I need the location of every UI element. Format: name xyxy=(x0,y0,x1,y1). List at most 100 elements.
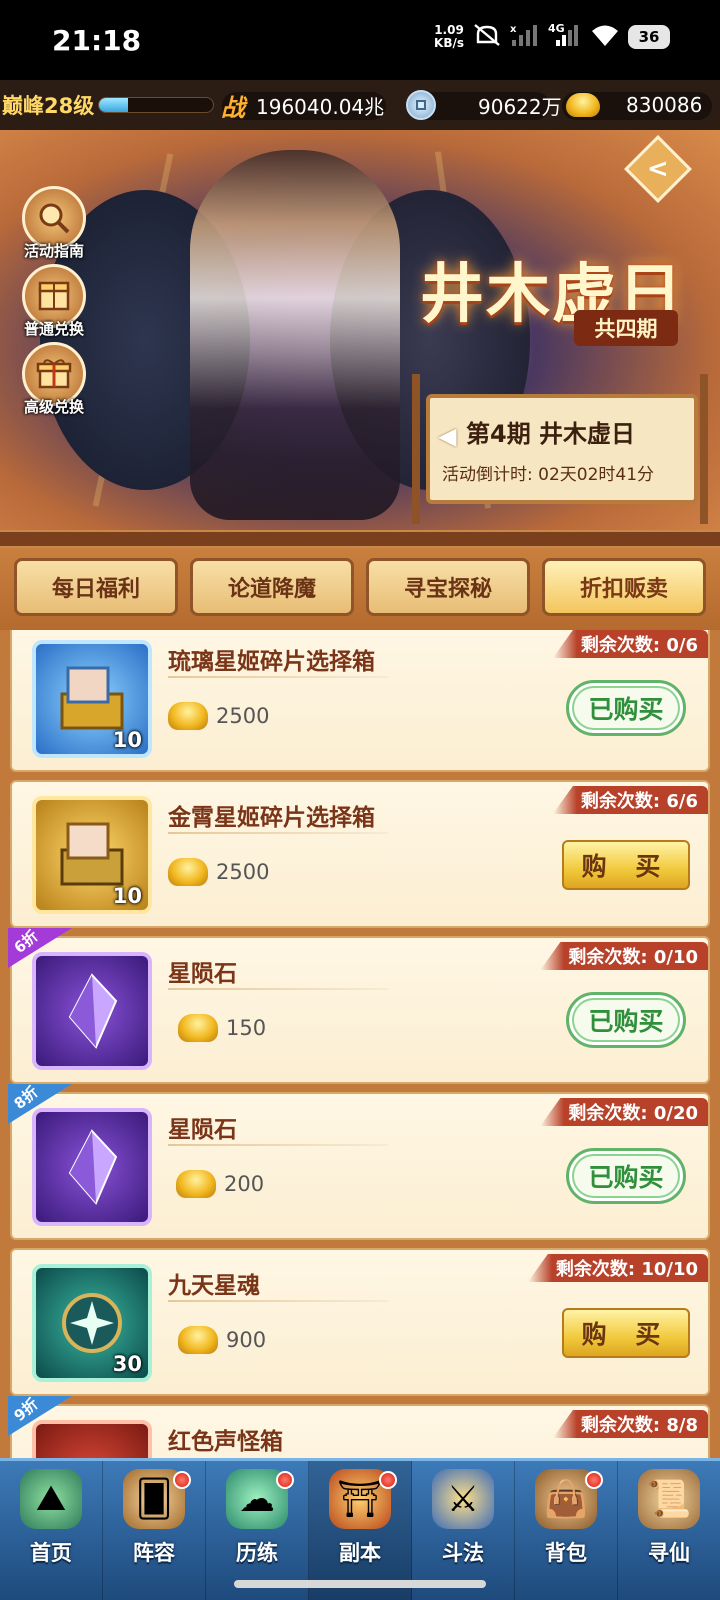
remaining-count: 剩余次数: 0/6 xyxy=(552,630,708,658)
remaining-count: 剩余次数: 0/20 xyxy=(540,1098,708,1126)
notification-dot xyxy=(585,1471,603,1489)
shop-item-list[interactable]: 10 琉璃星姬碎片选择箱 2500 剩余次数: 0/6 已购买 10 金霄星姬碎… xyxy=(0,630,720,1458)
item-count: 10 xyxy=(112,728,142,752)
item-price: 2500 xyxy=(168,858,269,886)
player-level: 巅峰28级 xyxy=(2,94,95,118)
item-price: 900 xyxy=(178,1326,266,1354)
nav-seek-immortal-label: 寻仙 xyxy=(648,1541,690,1565)
guide-label: 活动指南 xyxy=(23,242,84,260)
event-subtitle: 共四期 xyxy=(574,310,678,346)
wifi-icon xyxy=(590,22,620,52)
tab-bar: 每日福利 论道降魔 寻宝探秘 折扣贩卖 xyxy=(0,548,720,630)
nav-home[interactable]: ⛰ 首页 xyxy=(0,1461,103,1600)
home-indicator[interactable] xyxy=(234,1580,486,1588)
status-time: 21:18 xyxy=(52,24,142,57)
period-title: 第4期 井木虚日 xyxy=(466,420,636,448)
period-card: ◀ 第4期 井木虚日 活动倒计时: 02天02时41分 xyxy=(426,394,698,504)
bought-button[interactable]: 已购买 xyxy=(566,992,686,1048)
tab-discount-sale[interactable]: 折扣贩卖 xyxy=(542,558,706,616)
name-underline xyxy=(168,832,388,834)
red-box-icon xyxy=(32,1420,152,1458)
nav-seek-immortal[interactable]: 📜 寻仙 xyxy=(618,1461,720,1600)
notification-dot xyxy=(379,1471,397,1489)
combat-icon: 战 xyxy=(221,93,245,122)
network-type-label: 4G xyxy=(548,22,565,35)
duel-icon: ⚔ xyxy=(432,1469,494,1529)
buy-button[interactable]: 购 买 xyxy=(562,840,690,890)
shop-item: 30 九天星魂 900 剩余次数: 10/10 购 买 xyxy=(10,1248,710,1396)
net-speed-unit: KB/s xyxy=(434,36,464,50)
notification-dot xyxy=(173,1471,191,1489)
shop-item: 10 琉璃星姬碎片选择箱 2500 剩余次数: 0/6 已购买 xyxy=(10,630,710,772)
ingot-icon xyxy=(178,1014,218,1042)
item-name: 九天星魂 xyxy=(168,1273,260,1299)
buy-button[interactable]: 购 买 xyxy=(562,1308,690,1358)
resource-bar: 巅峰28级 战 196040.04兆 90622万 830086 xyxy=(0,80,720,130)
ingot-icon xyxy=(176,1170,216,1198)
name-underline xyxy=(168,988,388,990)
nav-bag[interactable]: 👜 背包 xyxy=(515,1461,618,1600)
gold-chest-icon: 10 xyxy=(32,796,152,914)
advanced-exchange-label: 高级兑换 xyxy=(23,398,84,416)
name-underline xyxy=(168,1144,388,1146)
tab-daily-welfare[interactable]: 每日福利 xyxy=(14,558,178,616)
remaining-count: 剩余次数: 6/6 xyxy=(552,786,708,814)
combat-power-value: 196040.04兆 xyxy=(256,94,385,119)
nav-training-label: 历练 xyxy=(236,1541,278,1565)
name-underline xyxy=(168,1300,388,1302)
price-value: 2500 xyxy=(216,860,270,884)
item-price: 200 xyxy=(176,1170,264,1198)
level-progress-bar xyxy=(98,97,214,113)
blue-chest-icon: 10 xyxy=(32,640,152,758)
coins: 90622万 xyxy=(406,90,562,120)
price-value: 900 xyxy=(226,1328,267,1352)
previous-period-icon[interactable]: ◀ xyxy=(438,422,456,450)
remaining-count: 剩余次数: 10/10 xyxy=(527,1254,708,1282)
level-progress-fill xyxy=(99,98,128,112)
item-name: 琉璃星姬碎片选择箱 xyxy=(168,649,375,675)
ingot-icon xyxy=(178,1326,218,1354)
nav-bag-label: 背包 xyxy=(545,1541,587,1565)
battery-icon: 36 xyxy=(628,25,670,49)
signal-4g-icon: 4G xyxy=(548,22,582,52)
back-button[interactable]: < xyxy=(624,135,692,203)
bought-button[interactable]: 已购买 xyxy=(566,1148,686,1204)
advanced-exchange-button[interactable]: 高级兑换 xyxy=(14,342,94,417)
svg-text:x: x xyxy=(510,24,517,35)
item-count: 30 xyxy=(112,1352,142,1376)
bought-button[interactable]: 已购买 xyxy=(566,680,686,736)
nav-dungeon-label: 副本 xyxy=(339,1541,381,1565)
back-arrow-icon: < xyxy=(647,153,669,184)
purple-crystal-icon xyxy=(32,1108,152,1226)
nav-lineup[interactable]: 🂠 阵容 xyxy=(103,1461,206,1600)
item-count: 10 xyxy=(112,884,142,908)
tab-demon-battle[interactable]: 论道降魔 xyxy=(190,558,354,616)
ingot-icon xyxy=(566,93,600,117)
tab-treasure-hunt[interactable]: 寻宝探秘 xyxy=(366,558,530,616)
ingots: 830086 xyxy=(566,90,702,120)
banner-divider xyxy=(0,530,720,548)
sign-post-right xyxy=(700,374,708,524)
name-underline xyxy=(168,676,388,678)
shop-item: 8折 星陨石 200 剩余次数: 0/20 已购买 xyxy=(8,1084,710,1240)
nav-lineup-label: 阵容 xyxy=(133,1541,175,1565)
coins-value: 90622万 xyxy=(478,94,562,119)
crystal-art xyxy=(36,1112,148,1222)
event-countdown: 活动倒计时: 02天02时41分 xyxy=(442,465,655,485)
star-orb-icon: 30 xyxy=(32,1264,152,1382)
ingot-icon xyxy=(168,702,208,730)
item-name: 星陨石 xyxy=(168,1117,237,1143)
price-value: 150 xyxy=(226,1016,267,1040)
sign-post-left xyxy=(412,374,420,524)
price-value: 200 xyxy=(224,1172,265,1196)
guide-button[interactable]: 活动指南 xyxy=(14,186,94,261)
item-price: 2500 xyxy=(168,702,269,730)
crystal-art xyxy=(36,956,148,1066)
normal-exchange-button[interactable]: 普通兑换 xyxy=(14,264,94,339)
status-icons: 1.09 KB/s x 4G 36 xyxy=(434,22,670,52)
ingot-icon xyxy=(168,858,208,886)
scroll-icon: 📜 xyxy=(638,1469,700,1529)
hero-character-art xyxy=(190,150,400,520)
shop-item: 9折 红色声怪箱 剩余次数: 8/8 xyxy=(8,1396,710,1458)
notification-dot xyxy=(276,1471,294,1489)
